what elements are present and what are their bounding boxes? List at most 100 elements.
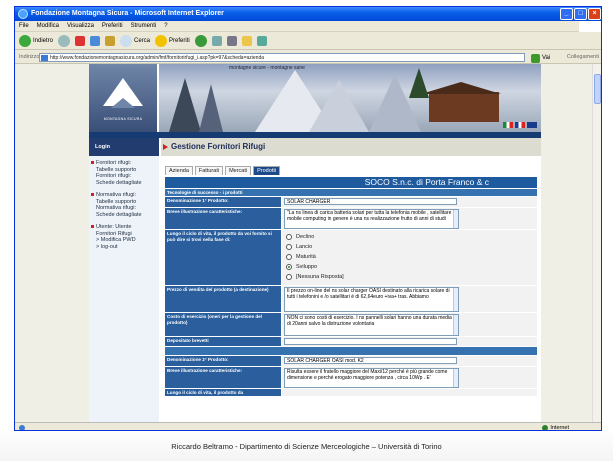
tabs: Azienda Fatturati Mercati Prodotti bbox=[165, 166, 281, 175]
page-viewport: MONTAGNA SICURA montagne sicure - montag… bbox=[15, 64, 594, 422]
bullet-icon bbox=[91, 161, 94, 164]
address-url: http://www.fondazionemontagnasicura.org/… bbox=[50, 55, 265, 61]
menu-file[interactable]: File bbox=[19, 21, 29, 31]
form-row: Denominazione 2° Prodotto: SOLAR CHARGER… bbox=[165, 356, 537, 367]
toolbar: Indietro Cerca Preferiti bbox=[15, 32, 601, 50]
back-button[interactable]: Indietro bbox=[19, 34, 53, 47]
back-arrow-icon bbox=[19, 34, 31, 47]
address-bar: Indirizzo http://www.fondazionemontagnas… bbox=[15, 51, 601, 64]
section-divider bbox=[165, 347, 537, 356]
arrow-icon bbox=[163, 144, 168, 150]
favorites-button[interactable]: Preferiti bbox=[155, 34, 190, 47]
internet-explorer-icon bbox=[18, 9, 28, 19]
nav-group-utente: Utente: Utente Fornitori Rifugi > Modifi… bbox=[91, 224, 157, 250]
minimize-button[interactable]: _ bbox=[560, 8, 573, 20]
bullet-icon bbox=[91, 225, 94, 228]
globe-icon bbox=[542, 425, 549, 430]
mail-button[interactable] bbox=[211, 35, 222, 46]
company-name: SOCO S.n.c. di Porta Franco & c bbox=[165, 177, 537, 188]
address-input[interactable]: http://www.fondazionemontagnasicura.org/… bbox=[39, 53, 525, 62]
links-label[interactable]: Collegamenti bbox=[567, 51, 599, 64]
windows-logo-icon bbox=[579, 21, 601, 32]
flag-uk-icon[interactable] bbox=[527, 122, 537, 128]
menu-tools[interactable]: Strumenti bbox=[131, 21, 157, 31]
price-textarea[interactable]: Il prezzo on-line del ns solar charger O… bbox=[284, 287, 459, 312]
menu-favorites[interactable]: Preferiti bbox=[102, 21, 123, 31]
tab-azienda[interactable]: Azienda bbox=[165, 166, 193, 175]
radio-maturita[interactable]: Maturità bbox=[286, 252, 344, 262]
product1-description-textarea[interactable]: "La ns linea di carica batteria solari p… bbox=[284, 209, 459, 229]
nav-item[interactable]: > log-out bbox=[96, 244, 157, 251]
home-button[interactable] bbox=[105, 35, 116, 46]
maximize-button[interactable]: □ bbox=[574, 8, 587, 20]
form-row: Breve illustrazione caratteristiche: "La… bbox=[165, 208, 537, 230]
folder-button[interactable] bbox=[241, 35, 252, 46]
search-button[interactable]: Cerca bbox=[120, 34, 150, 47]
star-icon bbox=[155, 34, 168, 47]
menu-help[interactable]: ? bbox=[164, 21, 167, 31]
go-arrow-icon bbox=[531, 54, 540, 63]
login-link[interactable]: Login bbox=[89, 138, 159, 156]
menu-view[interactable]: Visualizza bbox=[67, 21, 94, 31]
forward-button[interactable] bbox=[58, 34, 71, 47]
nav-item[interactable]: Schede dettagliate bbox=[96, 180, 157, 187]
operating-cost-textarea[interactable]: NON ci sono costi di esercizio. I ns pan… bbox=[284, 314, 459, 336]
flag-italy-icon[interactable] bbox=[503, 122, 513, 128]
scroll-thumb[interactable] bbox=[594, 74, 601, 104]
title-bar: Fondazione Montagna Sicura - Microsoft I… bbox=[15, 7, 601, 21]
product-form: Tecnologie di successo - i prodotti Deno… bbox=[165, 189, 537, 397]
nav-group-normativa: Normativa rifugi: Tabelle supporto Norma… bbox=[91, 192, 157, 218]
page-icon bbox=[41, 55, 48, 61]
banner-caption: montagne sicure - montagne sane bbox=[229, 65, 305, 71]
form-row: Lungo il ciclo di vita, il prodotto da v… bbox=[165, 230, 537, 286]
slide-footer: Riccardo Beltramo - Dipartimento di Scie… bbox=[171, 442, 442, 451]
form-row: Denominazione 1° Prodotto: SOLAR CHARGER bbox=[165, 197, 537, 208]
refresh-button[interactable] bbox=[90, 35, 101, 46]
lifecycle-radio-group: Declino Lancio Maturità Sviluppo [Nessun… bbox=[286, 232, 344, 282]
radio-sviluppo[interactable]: Sviluppo bbox=[286, 262, 344, 272]
slide: Fondazione Montagna Sicura - Microsoft I… bbox=[0, 0, 613, 461]
status-bar: Internet bbox=[15, 422, 601, 430]
messenger-button[interactable] bbox=[256, 35, 267, 46]
radio-nessuna-risposta[interactable]: [Nessuna Risposta] bbox=[286, 272, 344, 282]
menu-edit[interactable]: Modifica bbox=[37, 21, 59, 31]
print-button[interactable] bbox=[226, 35, 237, 46]
page-scrollbar[interactable] bbox=[592, 64, 601, 422]
tab-fatturati[interactable]: Fatturati bbox=[194, 166, 224, 175]
radio-declino[interactable]: Declino bbox=[286, 232, 344, 242]
page-title: Gestione Fornitori Rifugi bbox=[161, 138, 541, 156]
patents-input[interactable] bbox=[284, 338, 457, 345]
flag-france-icon[interactable] bbox=[515, 122, 525, 128]
form-row: Depositato brevetti bbox=[165, 337, 537, 347]
stop-button[interactable] bbox=[75, 35, 86, 46]
zone-indicator: Internet bbox=[542, 423, 569, 430]
montagna-sicura-logo: MONTAGNA SICURA bbox=[89, 64, 157, 132]
tab-mercati[interactable]: Mercati bbox=[225, 166, 252, 175]
textarea-scrollbar[interactable] bbox=[453, 315, 458, 335]
bullet-icon bbox=[91, 193, 94, 196]
product1-name-input[interactable]: SOLAR CHARGER bbox=[284, 198, 457, 205]
close-button[interactable]: × bbox=[588, 8, 601, 20]
radio-lancio[interactable]: Lancio bbox=[286, 242, 344, 252]
menu-bar: File Modifica Visualizza Preferiti Strum… bbox=[15, 21, 601, 32]
language-flags bbox=[503, 122, 537, 128]
nav-list: Fornitori rifugi: Tabelle supporto Forni… bbox=[91, 160, 157, 256]
page-done-icon bbox=[19, 425, 25, 430]
history-button[interactable] bbox=[194, 34, 207, 47]
window-title: Fondazione Montagna Sicura - Microsoft I… bbox=[31, 10, 224, 17]
site-banner: MONTAGNA SICURA montagne sicure - montag… bbox=[89, 64, 541, 132]
product2-name-input[interactable]: SOLAR CHARGER OASI mod. K2 bbox=[284, 357, 457, 364]
nav-group-fornitori: Fornitori rifugi: Tabelle supporto Forni… bbox=[91, 160, 157, 186]
main-content: Gestione Fornitori Rifugi Azienda Fattur… bbox=[161, 138, 541, 422]
form-row: Costo di esercizio (oneri per la gestion… bbox=[165, 313, 537, 337]
form-row: Breve illustrazione caratteristiche: Ris… bbox=[165, 367, 537, 389]
section-header: Tecnologie di successo - i prodotti bbox=[165, 189, 537, 197]
product2-description-textarea[interactable]: Risulta essere il fratello maggiore del … bbox=[284, 368, 459, 388]
textarea-scrollbar[interactable] bbox=[453, 210, 458, 228]
textarea-scrollbar[interactable] bbox=[453, 369, 458, 387]
tab-prodotti[interactable]: Prodotti bbox=[253, 166, 281, 175]
textarea-scrollbar[interactable] bbox=[453, 288, 458, 311]
nav-item[interactable]: Schede dettagliate bbox=[96, 212, 157, 219]
mountain-photos bbox=[159, 64, 541, 132]
search-icon bbox=[120, 34, 133, 47]
